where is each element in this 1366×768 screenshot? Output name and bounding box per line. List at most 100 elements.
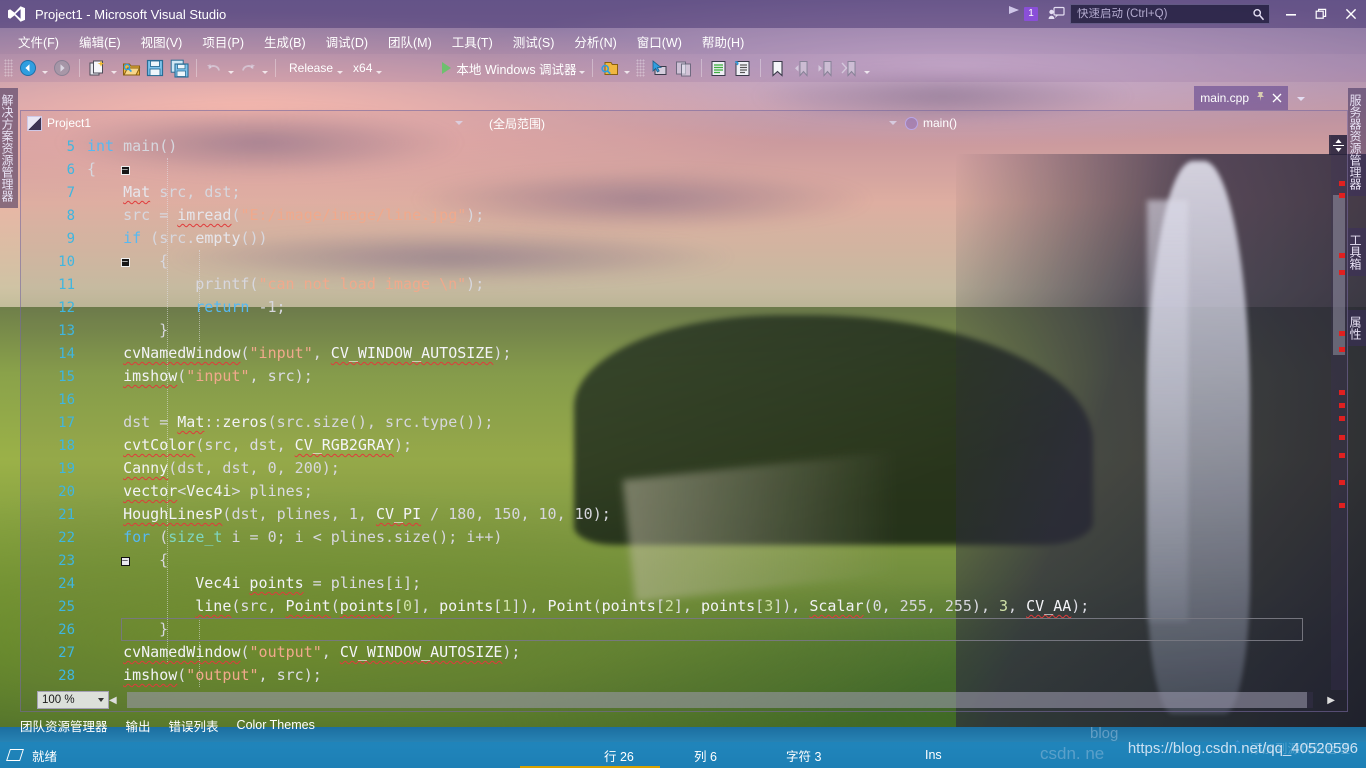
comment-selection-icon[interactable] bbox=[707, 56, 731, 80]
menu-item-tools[interactable]: 工具(T) bbox=[442, 29, 503, 54]
document-tab-main-cpp[interactable]: main.cpp bbox=[1194, 86, 1288, 110]
previous-bookmark-icon[interactable] bbox=[790, 56, 814, 80]
tab-list-chevron-icon[interactable] bbox=[1296, 90, 1306, 108]
menu-item-analyze[interactable]: 分析(N) bbox=[564, 29, 626, 54]
code-line[interactable]: 27cvNamedWindow("output", CV_WINDOW_AUTO… bbox=[21, 641, 1317, 664]
menu-item-build[interactable]: 生成(B) bbox=[254, 29, 316, 54]
solution-configuration-combo[interactable]: Release bbox=[281, 61, 335, 75]
redo-dropdown[interactable] bbox=[260, 57, 270, 79]
project-combo-dropdown[interactable] bbox=[453, 113, 465, 133]
sidebar-tab-properties[interactable]: 属性 bbox=[1348, 310, 1366, 346]
solution-platform-dropdown[interactable] bbox=[374, 57, 384, 79]
code-line[interactable]: 26} bbox=[21, 618, 1317, 641]
dock-tab-color-themes[interactable]: Color Themes bbox=[237, 718, 315, 732]
code-line[interactable]: 28imshow("output", src); bbox=[21, 664, 1317, 687]
menu-item-test[interactable]: 测试(S) bbox=[503, 29, 565, 54]
new-project-icon[interactable] bbox=[85, 56, 109, 80]
open-file-icon[interactable] bbox=[119, 56, 143, 80]
zoom-level-dropdown-icon[interactable] bbox=[98, 698, 104, 702]
menu-item-file[interactable]: 文件(F) bbox=[8, 29, 69, 54]
code-line[interactable]: 6{ bbox=[21, 158, 1317, 181]
solution-configuration-dropdown[interactable] bbox=[335, 57, 345, 79]
menu-item-project[interactable]: 项目(P) bbox=[192, 29, 254, 54]
start-debugging-button[interactable]: 本地 Windows 调试器 bbox=[442, 59, 576, 78]
code-line[interactable]: 24Vec4i points = plines[i]; bbox=[21, 572, 1317, 595]
restore-button[interactable] bbox=[1306, 0, 1336, 28]
menu-item-debug[interactable]: 调试(D) bbox=[316, 29, 378, 54]
debug-target-dropdown[interactable] bbox=[577, 57, 587, 79]
close-icon[interactable] bbox=[1272, 91, 1282, 106]
sidebar-tab-server-explorer[interactable]: 服务器资源管理器 bbox=[1348, 88, 1366, 196]
code-line[interactable]: 8src = imread("E:/image/image/line.jpg")… bbox=[21, 204, 1317, 227]
bookmark-icon[interactable] bbox=[766, 56, 790, 80]
menu-item-view[interactable]: 视图(V) bbox=[131, 29, 193, 54]
new-project-dropdown[interactable] bbox=[109, 57, 119, 79]
code-line[interactable]: 16 bbox=[21, 388, 1317, 411]
minimize-button[interactable] bbox=[1276, 0, 1306, 28]
code-line[interactable]: 23{ bbox=[21, 549, 1317, 572]
find-dropdown[interactable] bbox=[622, 57, 632, 79]
close-button[interactable] bbox=[1336, 0, 1366, 28]
notifications-area[interactable]: 1 bbox=[1006, 4, 1038, 25]
search-icon[interactable] bbox=[1247, 8, 1269, 21]
new-window-icon[interactable] bbox=[672, 56, 696, 80]
toolbar-grip[interactable] bbox=[636, 59, 645, 77]
sidebar-tab-toolbox[interactable]: 工具箱 bbox=[1348, 228, 1366, 276]
menu-item-help[interactable]: 帮助(H) bbox=[692, 29, 754, 54]
code-line[interactable]: 21HoughLinesP(dst, plines, 1, CV_PI / 18… bbox=[21, 503, 1317, 526]
quick-launch-box[interactable] bbox=[1070, 4, 1270, 24]
uncomment-selection-icon[interactable] bbox=[731, 56, 755, 80]
code-line[interactable]: 9‒if (src.empty()) bbox=[21, 227, 1317, 250]
project-combo-value[interactable]: Project1 bbox=[47, 116, 91, 130]
code-line[interactable]: 22‒for (size_t i = 0; i < plines.size();… bbox=[21, 526, 1317, 549]
menu-item-edit[interactable]: 编辑(E) bbox=[69, 29, 131, 54]
pin-icon[interactable] bbox=[1255, 91, 1266, 105]
scroll-right-arrow[interactable]: ▶ bbox=[1327, 695, 1335, 706]
code-line[interactable]: 20vector<Vec4i> plines; bbox=[21, 480, 1317, 503]
redo-icon[interactable] bbox=[236, 56, 260, 80]
save-icon[interactable] bbox=[143, 56, 167, 80]
code-line[interactable]: 15imshow("input", src); bbox=[21, 365, 1317, 388]
menu-item-team[interactable]: 团队(M) bbox=[378, 29, 442, 54]
scope-combo-value[interactable]: (全局范围) bbox=[489, 115, 545, 132]
navigate-forward-icon[interactable] bbox=[50, 56, 74, 80]
next-bookmark-icon[interactable] bbox=[814, 56, 838, 80]
code-line[interactable]: 12return -1; bbox=[21, 296, 1317, 319]
notification-count-badge[interactable]: 1 bbox=[1024, 7, 1038, 21]
code-line[interactable]: 5‒int main() bbox=[21, 135, 1317, 158]
scroll-left-arrow[interactable]: ◀ bbox=[109, 695, 117, 706]
dock-tab-team-explorer[interactable]: 团队资源管理器 bbox=[20, 716, 108, 735]
dock-tab-output[interactable]: 输出 bbox=[126, 716, 151, 735]
notification-flag-icon[interactable] bbox=[1006, 4, 1022, 25]
toolbar-overflow-dropdown[interactable] bbox=[862, 57, 872, 79]
clear-bookmarks-icon[interactable] bbox=[838, 56, 862, 80]
code-line[interactable]: 11printf("can not load image \n"); bbox=[21, 273, 1317, 296]
menu-item-window[interactable]: 窗口(W) bbox=[627, 29, 692, 54]
split-view-icon[interactable] bbox=[1329, 135, 1347, 155]
code-line[interactable]: 18cvtColor(src, dst, CV_RGB2GRAY); bbox=[21, 434, 1317, 457]
quick-launch-input[interactable] bbox=[1071, 8, 1247, 20]
select-pointer-icon[interactable] bbox=[648, 56, 672, 80]
find-in-files-icon[interactable] bbox=[598, 56, 622, 80]
vertical-scrollbar[interactable] bbox=[1331, 135, 1347, 690]
code-line[interactable]: 10{ bbox=[21, 250, 1317, 273]
code-line[interactable]: 7Mat src, dst; bbox=[21, 181, 1317, 204]
member-combo[interactable]: main() bbox=[905, 116, 957, 130]
zoom-level-combo[interactable]: 100 % bbox=[37, 691, 109, 709]
code-editor-surface[interactable]: 5‒int main()6{7Mat src, dst;8src = imrea… bbox=[21, 135, 1317, 690]
code-line[interactable]: 19Canny(dst, dst, 0, 200); bbox=[21, 457, 1317, 480]
code-line[interactable]: 17dst = Mat::zeros(src.size(), src.type(… bbox=[21, 411, 1317, 434]
toolbar-grip[interactable] bbox=[4, 59, 13, 77]
scope-combo-dropdown[interactable] bbox=[887, 113, 899, 133]
code-line[interactable]: 14cvNamedWindow("input", CV_WINDOW_AUTOS… bbox=[21, 342, 1317, 365]
horizontal-scrollbar-thumb[interactable] bbox=[127, 692, 1307, 708]
save-all-icon[interactable] bbox=[167, 56, 191, 80]
solution-platform-combo[interactable]: x64 bbox=[345, 61, 374, 75]
dock-tab-error-list[interactable]: 错误列表 bbox=[169, 716, 219, 735]
horizontal-scrollbar[interactable] bbox=[127, 692, 1314, 708]
undo-icon[interactable] bbox=[202, 56, 226, 80]
navigate-back-icon[interactable] bbox=[16, 56, 40, 80]
code-line[interactable]: 25line(src, Point(points[0], points[1]),… bbox=[21, 595, 1317, 618]
undo-dropdown[interactable] bbox=[226, 57, 236, 79]
sidebar-tab-solution-explorer[interactable]: 解决方案资源管理器 bbox=[0, 88, 18, 208]
